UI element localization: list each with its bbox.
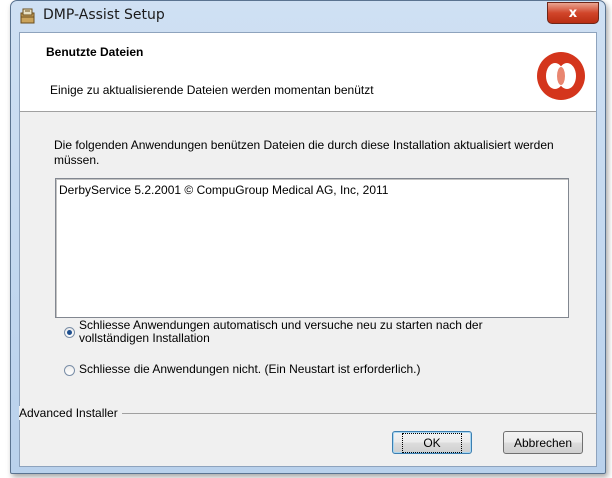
page-subtitle: Einige zu aktualisierende Dateien werden… [50, 83, 374, 97]
ok-button[interactable]: OK [392, 431, 472, 454]
footer-separator: Advanced Installer [19, 406, 597, 420]
header-banner: Benutzte Dateien Einige zu aktualisieren… [20, 33, 596, 112]
radio-button[interactable] [64, 365, 75, 376]
list-item[interactable]: DerbyService 5.2.2001 © CompuGroup Medic… [59, 183, 565, 197]
ok-label: OK [402, 432, 462, 453]
radio-label-close-automatically[interactable]: Schliesse Anwendungen automatisch und ve… [79, 319, 549, 345]
title-bar[interactable]: DMP-Assist Setup x [11, 1, 605, 31]
page-title: Benutzte Dateien [46, 45, 144, 59]
description-text: Die folgenden Anwendungen benützen Datei… [54, 138, 554, 167]
installer-icon [20, 8, 35, 24]
brand-label: Advanced Installer [19, 406, 122, 420]
setup-window: DMP-Assist Setup x Benutzte Dateien Eini… [10, 0, 606, 474]
close-icon: x [568, 5, 578, 21]
radio-close-automatically[interactable]: Schliesse Anwendungen automatisch und ve… [64, 319, 549, 345]
window-title: DMP-Assist Setup [43, 7, 165, 23]
logo-icon [537, 52, 585, 100]
radio-do-not-close[interactable]: Schliesse die Anwendungen nicht. (Ein Ne… [64, 363, 421, 376]
cancel-button[interactable]: Abbrechen [503, 431, 583, 454]
radio-button-selected[interactable] [64, 327, 75, 338]
cancel-label: Abbrechen [513, 435, 573, 450]
close-button[interactable]: x [547, 2, 599, 24]
radio-label-do-not-close[interactable]: Schliesse die Anwendungen nicht. (Ein Ne… [79, 363, 421, 376]
applications-listbox[interactable]: DerbyService 5.2.2001 © CompuGroup Medic… [55, 178, 569, 318]
dialog-client-area: Benutzte Dateien Einige zu aktualisieren… [19, 32, 597, 467]
